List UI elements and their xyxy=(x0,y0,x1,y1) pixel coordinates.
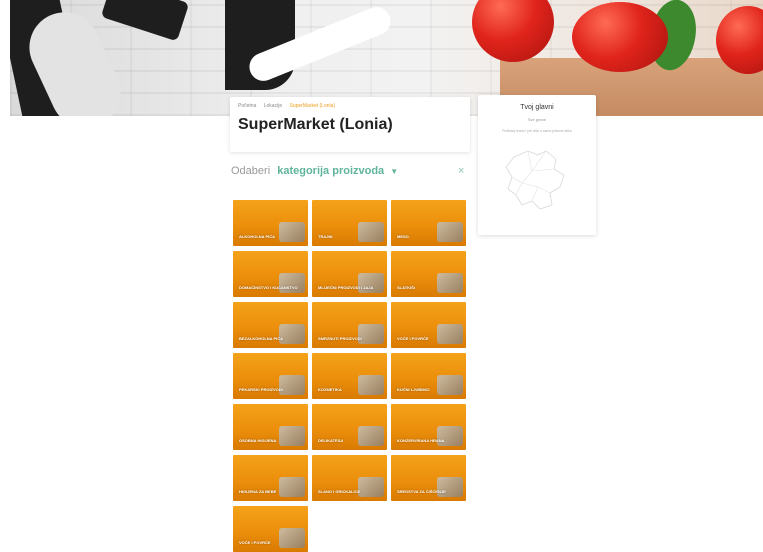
category-dropdown[interactable]: kategorija proizvoda xyxy=(277,165,384,177)
category-tile[interactable]: Voće i povrće xyxy=(233,506,308,552)
country-map[interactable] xyxy=(494,143,580,217)
category-tile[interactable]: Alkoholna pića xyxy=(233,200,308,246)
category-photo xyxy=(279,477,305,497)
category-tile[interactable]: Meso xyxy=(391,200,466,246)
category-label: Osobna higijena xyxy=(239,438,277,443)
category-photo xyxy=(279,222,305,242)
category-photo xyxy=(358,477,384,497)
category-tile[interactable]: Slano i grickalice xyxy=(312,455,387,501)
breadcrumb-item[interactable]: Lokacije xyxy=(264,103,282,109)
breadcrumb: Početna Lokacije SuperMarket (Lonia) xyxy=(238,103,341,109)
category-tile[interactable]: Pekarski proizvodi xyxy=(233,353,308,399)
close-icon[interactable]: × xyxy=(458,165,464,177)
category-label: Pekarski proizvodi xyxy=(239,387,283,392)
category-tile[interactable]: Kozmetika xyxy=(312,353,387,399)
category-label: Smrznuti proizvodi xyxy=(318,336,362,341)
category-photo xyxy=(358,324,384,344)
store-header-card: Početna Lokacije SuperMarket (Lonia) Sup… xyxy=(230,97,470,152)
map-card: Tvoj glavni Sve grane Prelistaj hrane i … xyxy=(478,95,596,235)
category-tile[interactable]: Domaćinstvo i kućanstvo xyxy=(233,251,308,297)
category-label: Kućni ljubimci xyxy=(397,387,430,392)
chevron-down-icon[interactable]: ▼ xyxy=(390,167,398,176)
category-tile[interactable]: Osobna higijena xyxy=(233,404,308,450)
category-photo xyxy=(279,375,305,395)
breadcrumb-item[interactable]: Početna xyxy=(238,103,256,109)
category-photo xyxy=(358,222,384,242)
category-photo xyxy=(437,222,463,242)
category-label: Domaćinstvo i kućanstvo xyxy=(239,285,298,290)
category-label: Alkoholna pića xyxy=(239,234,276,239)
category-photo xyxy=(437,273,463,293)
category-label: Slatkiši xyxy=(397,285,415,290)
page-title: SuperMarket (Lonia) xyxy=(238,116,393,133)
category-label: Delikatesa xyxy=(318,438,344,443)
category-photo xyxy=(437,324,463,344)
category-tile[interactable]: Delikatesa xyxy=(312,404,387,450)
category-label: Meso xyxy=(397,234,409,239)
breadcrumb-item-current: SuperMarket (Lonia) xyxy=(289,103,336,109)
tomato xyxy=(572,2,668,72)
category-tile[interactable]: Voće i povrće xyxy=(391,302,466,348)
category-tile[interactable]: Sredstva za čišćenje xyxy=(391,455,466,501)
category-tile[interactable]: Smrznuti proizvodi xyxy=(312,302,387,348)
map-title: Tvoj glavni xyxy=(520,104,554,111)
map-note: Prelistaj hrane i još više u samo jednom… xyxy=(502,129,572,133)
category-label: Konzervirana hrana xyxy=(397,438,445,443)
category-label: Mliječni proizvodi i jaja xyxy=(318,285,374,290)
category-photo xyxy=(437,477,463,497)
category-label: Voće i povrće xyxy=(239,540,271,545)
category-label: Slano i grickalice xyxy=(318,489,361,494)
category-photo xyxy=(358,426,384,446)
category-tile[interactable]: Mliječni proizvodi i jaja xyxy=(312,251,387,297)
category-photo xyxy=(358,375,384,395)
category-label: Kozmetika xyxy=(318,387,342,392)
category-label: Sredstva za čišćenje xyxy=(397,489,446,494)
selector-label: Odaberi xyxy=(231,165,271,177)
category-label: Trajni xyxy=(318,234,333,239)
category-label: Voće i povrće xyxy=(397,336,429,341)
map-subtitle: Sve grane xyxy=(527,117,547,122)
category-photo xyxy=(279,324,305,344)
category-photo xyxy=(279,426,305,446)
category-photo xyxy=(358,273,384,293)
category-photo xyxy=(437,426,463,446)
category-tile[interactable]: Konzervirana hrana xyxy=(391,404,466,450)
category-tile[interactable]: Slatkiši xyxy=(391,251,466,297)
category-photo xyxy=(279,273,305,293)
category-tile[interactable]: Bezalkoholna pića xyxy=(233,302,308,348)
category-label: Bezalkoholna pića xyxy=(239,336,284,341)
category-tile[interactable]: Trajni xyxy=(312,200,387,246)
category-selector[interactable]: Odaberi kategorija proizvoda ▼ xyxy=(231,165,398,177)
category-photo xyxy=(279,528,305,548)
category-tile[interactable]: Kućni ljubimci xyxy=(391,353,466,399)
category-photo xyxy=(437,375,463,395)
category-label: Higijena za bebe xyxy=(239,489,277,494)
category-tile[interactable]: Higijena za bebe xyxy=(233,455,308,501)
